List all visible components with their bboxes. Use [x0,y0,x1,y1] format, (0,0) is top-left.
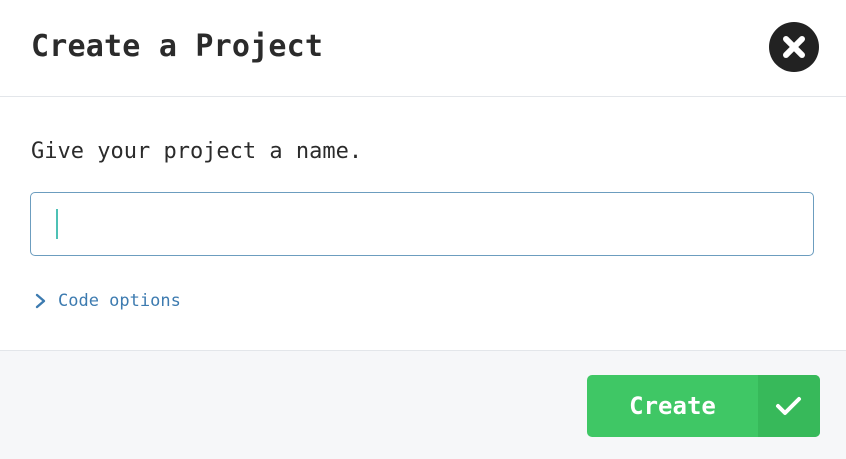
create-check-zone [758,375,820,437]
dialog-body: Give your project a name. Code options [0,97,846,350]
create-button[interactable]: Create [587,375,820,437]
project-name-input[interactable] [30,192,814,256]
dialog-footer: Create [0,350,846,459]
dialog-title: Create a Project [31,29,324,64]
text-cursor [56,209,58,239]
dialog-header: Create a Project [0,0,846,97]
create-button-label: Create [629,392,716,420]
close-button[interactable] [769,22,819,72]
project-name-prompt: Give your project a name. [31,139,363,164]
code-options-label: Code options [58,291,181,311]
check-icon [776,397,801,415]
code-options-toggle[interactable]: Code options [34,289,181,313]
create-project-dialog: Create a Project Give your project a nam… [0,0,846,459]
chevron-right-icon [35,293,46,309]
close-icon [783,36,805,58]
